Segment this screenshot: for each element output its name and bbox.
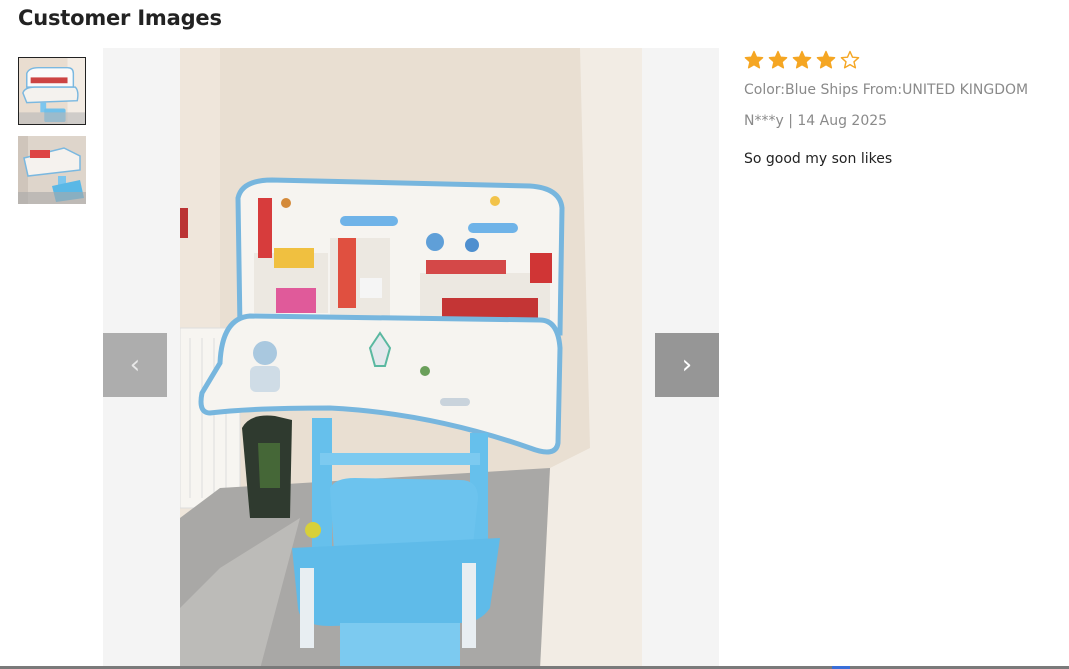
chevron-left-icon: ‹ [129,350,141,380]
page-title: Customer Images [18,6,222,30]
chevron-right-icon: › [681,350,693,380]
customer-photo[interactable] [180,48,642,669]
rating-stars [744,50,860,70]
previous-image-button[interactable]: ‹ [103,333,167,397]
star-filled-icon [816,50,836,69]
star-empty-icon [840,50,860,69]
review-text: So good my son likes [744,151,893,167]
desk-photo-illustration [180,48,642,669]
desk-photo-thumbnail [19,58,85,124]
star-filled-icon [768,50,788,69]
thumbnail-1[interactable] [18,57,86,125]
desk-photo-thumbnail [18,136,86,204]
thumbnail-2[interactable] [18,136,86,204]
next-image-button[interactable]: › [655,333,719,397]
star-filled-icon [792,50,812,69]
star-filled-icon [744,50,764,69]
image-viewer: ‹ › [103,48,719,669]
review-attributes: Color:Blue Ships From:UNITED KINGDOM [744,82,1029,98]
review-author-date: N***y | 14 Aug 2025 [744,113,888,129]
